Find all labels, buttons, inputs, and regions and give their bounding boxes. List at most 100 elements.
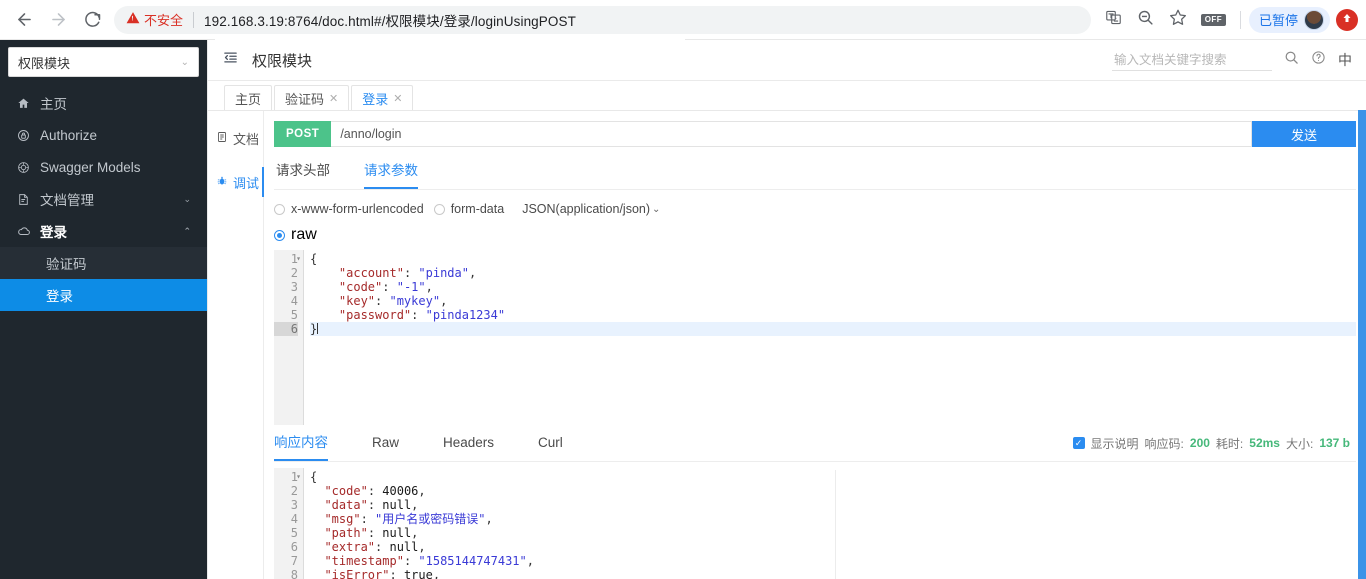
api-panel: 文档 调试 POST /anno/login 发送 请求头部 请求参数 x-ww… (208, 111, 1366, 579)
tab-response-headers[interactable]: Headers (443, 435, 494, 458)
code-token: "pinda" (418, 266, 469, 280)
language-toggle[interactable]: 中 (1338, 50, 1352, 70)
elapsed-value: 52ms (1249, 436, 1280, 450)
sidebar-item-document-manage[interactable]: 文档管理 ⌄ (0, 183, 207, 215)
code-line: "code": "-1", (310, 280, 1356, 294)
back-button[interactable] (8, 4, 40, 36)
code-token: : (360, 512, 376, 526)
translate-button[interactable] (1099, 5, 1129, 35)
update-button[interactable] (1336, 8, 1358, 31)
close-icon[interactable]: ✕ (329, 92, 338, 105)
content-header: 权限模块 中 (208, 40, 1366, 81)
radio-raw[interactable]: raw (274, 226, 1356, 244)
code-token: , (418, 484, 426, 498)
tab-label: 验证码 (285, 91, 325, 107)
menu-fold-button[interactable] (220, 50, 240, 70)
extension-off-badge[interactable]: OFF (1200, 13, 1226, 26)
translate-icon (1105, 9, 1122, 31)
zoom-out-icon (1137, 9, 1154, 31)
sidebar-item-label: 主页 (40, 97, 67, 112)
radio-indicator (433, 203, 445, 215)
radio-form-data[interactable]: form-data (433, 202, 504, 216)
tab-login[interactable]: 登录 ✕ (351, 85, 414, 110)
line-number: 1 ▾ (290, 470, 301, 484)
code-token: "timestamp" (324, 554, 404, 568)
sidebar-item-home[interactable]: 主页 (0, 87, 207, 119)
raw-row: raw (274, 226, 1356, 244)
code-token: "extra" (324, 540, 376, 554)
debug-pane: POST /anno/login 发送 请求头部 请求参数 x-www-form… (264, 111, 1366, 579)
tab-response-content[interactable]: 响应内容 (274, 431, 328, 461)
sidebar-subitem-login[interactable]: 登录 (0, 279, 207, 311)
code-token: { (310, 252, 318, 266)
request-url-input[interactable]: /anno/login (331, 121, 1252, 147)
sidebar-item-label: 登录 (40, 225, 67, 240)
sidebar-item-label: Authorize (40, 127, 98, 143)
zoom-out-button[interactable] (1131, 5, 1161, 35)
tab-label: 主页 (235, 91, 262, 107)
content-type-select[interactable]: JSON(application/json) ⌄ (522, 202, 660, 216)
tab-request-headers[interactable]: 请求头部 (276, 159, 330, 189)
forward-button[interactable] (42, 4, 74, 36)
code-token: , (432, 568, 441, 579)
tab-response-curl[interactable]: Curl (538, 435, 563, 458)
sidebar-subitem-label: 登录 (46, 289, 73, 304)
tab-captcha[interactable]: 验证码 ✕ (274, 85, 350, 110)
code-token: } (310, 322, 318, 336)
code-token: "account" (338, 266, 404, 280)
star-icon (1169, 8, 1187, 31)
response-editor-code[interactable]: { "code": 40006, "data": null, "msg": "用… (304, 468, 1356, 579)
code-token: : (367, 526, 383, 540)
line-number: 8 (290, 568, 298, 579)
vtab-document[interactable]: 文档 (208, 121, 263, 155)
request-editor-code[interactable]: { "account": "pinda", "code": "-1", "key… (304, 250, 1356, 425)
sidebar-item-login-group[interactable]: 登录 ⌃ (0, 215, 207, 247)
send-button[interactable]: 发送 (1252, 121, 1356, 147)
profile-button[interactable]: 已暂停 (1248, 6, 1330, 33)
code-token: "-1" (396, 280, 426, 294)
sidebar-item-swagger-models[interactable]: Swagger Models (0, 151, 207, 183)
search-input[interactable] (1112, 51, 1272, 68)
code-token: : (375, 540, 390, 554)
tab-response-raw[interactable]: Raw (372, 435, 399, 458)
code-token: , (526, 554, 534, 568)
address-bar[interactable]: 不安全 192.168.3.19:8764/doc.html#/权限模块/登录/… (114, 5, 1091, 34)
question-circle-icon (1311, 50, 1326, 70)
app-root: 不安全 192.168.3.19:8764/doc.html#/权限模块/登录/… (0, 0, 1366, 579)
show-description-checkbox[interactable]: ✓ (1072, 437, 1085, 449)
code-token: : (403, 554, 419, 568)
module-select[interactable]: 权限模块 ⌄ (8, 47, 199, 77)
search-button[interactable] (1284, 50, 1299, 70)
help-button[interactable] (1311, 50, 1326, 70)
vtab-debug[interactable]: 调试 (208, 165, 264, 199)
code-token: "用户名或密码错误" (375, 512, 486, 526)
response-editor[interactable]: 1▾2345678910 { "code": 40006, "data": nu… (274, 468, 1356, 579)
sidebar-item-authorize[interactable]: Authorize (0, 119, 207, 151)
reload-button[interactable] (76, 4, 108, 36)
chevron-down-icon: ⌄ (183, 193, 191, 204)
sidebar-subitem-captcha[interactable]: 验证码 (0, 247, 207, 279)
request-body-editor[interactable]: 1 ▾ 2 3 4 5 6 { "account": "pinda", "code": "-… (274, 250, 1356, 425)
address-bar-url: 192.168.3.19:8764/doc.html#/权限模块/登录/logi… (204, 13, 576, 29)
radio-urlencoded[interactable]: x-www-form-urlencoded (274, 202, 424, 216)
code-token: null (382, 498, 412, 512)
tab-home[interactable]: 主页 (224, 85, 273, 110)
close-icon[interactable]: ✕ (393, 92, 402, 105)
page-title: 权限模块 (252, 52, 313, 70)
tab-label: 登录 (362, 91, 389, 107)
code-token: "1585144747431" (418, 554, 527, 568)
page-scrollbar-thumb[interactable] (1358, 110, 1366, 579)
fold-toggle-icon[interactable]: ▾ (296, 252, 301, 266)
avatar (1304, 9, 1324, 30)
doc-search[interactable] (1112, 49, 1272, 71)
body-type-row: x-www-form-urlencoded form-data JSON(app… (274, 202, 1356, 216)
page-scrollbar[interactable] (1358, 110, 1366, 579)
code-line: { (310, 252, 1356, 266)
response-tabs: 响应内容 Raw Headers Curl ✓ 显示说明 响应码: 200 耗时… (274, 431, 1356, 462)
security-indicator[interactable]: 不安全 (126, 10, 183, 29)
bookmark-button[interactable] (1163, 5, 1193, 35)
tab-request-params[interactable]: 请求参数 (364, 159, 418, 189)
fold-toggle-icon[interactable]: ▾ (296, 470, 301, 484)
